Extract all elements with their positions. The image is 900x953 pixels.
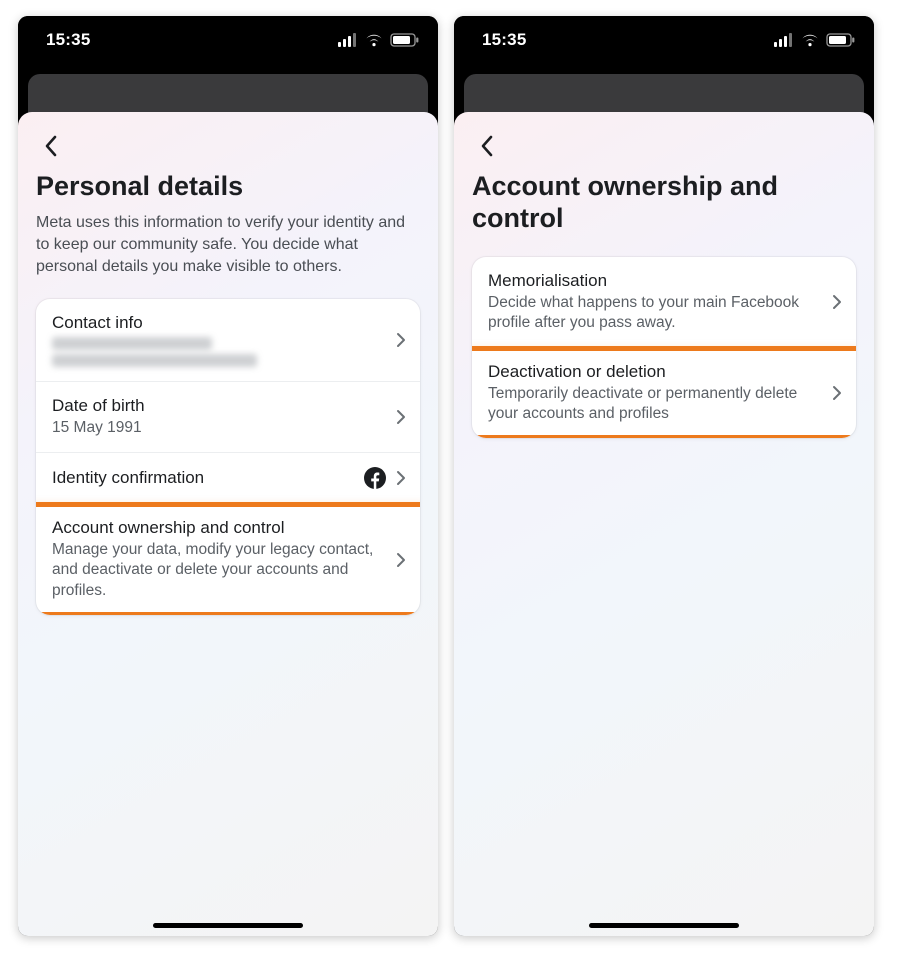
status-icons	[774, 33, 856, 47]
battery-icon	[390, 33, 420, 47]
wifi-icon	[364, 33, 384, 47]
status-bar: 15:35	[18, 16, 438, 64]
sheet-personal-details: Personal details Meta uses this informat…	[18, 112, 438, 936]
row-date-of-birth[interactable]: Date of birth 15 May 1991	[36, 381, 420, 452]
row-subtitle: Decide what happens to your main Faceboo…	[488, 293, 822, 333]
row-title: Contact info	[52, 313, 386, 333]
redacted-text	[52, 354, 257, 367]
back-button[interactable]	[472, 132, 502, 162]
chevron-left-icon	[44, 135, 58, 160]
row-title: Account ownership and control	[52, 518, 386, 538]
chevron-left-icon	[480, 135, 494, 160]
status-bar: 15:35	[454, 16, 874, 64]
sheet-account-ownership: Account ownership and control Memorialis…	[454, 112, 874, 936]
phone-right: 15:35 Account ownership and control	[454, 16, 874, 936]
page-title: Account ownership and control	[472, 170, 856, 235]
wifi-icon	[800, 33, 820, 47]
row-subtitle: 15 May 1991	[52, 418, 386, 438]
row-subtitle: Temporarily deactivate or permanently de…	[488, 384, 822, 424]
page-title: Personal details	[36, 170, 420, 202]
redacted-text	[52, 337, 212, 350]
cellular-icon	[338, 33, 358, 47]
chevron-right-icon	[396, 470, 406, 486]
chevron-right-icon	[832, 385, 842, 401]
row-memorialisation[interactable]: Memorialisation Decide what happens to y…	[472, 257, 856, 347]
facebook-icon	[364, 467, 386, 489]
row-contact-info[interactable]: Contact info	[36, 299, 420, 381]
status-icons	[338, 33, 420, 47]
status-time: 15:35	[46, 30, 90, 50]
chevron-right-icon	[396, 409, 406, 425]
row-subtitle: Manage your data, modify your legacy con…	[52, 540, 386, 600]
home-indicator[interactable]	[589, 923, 739, 928]
back-button[interactable]	[36, 132, 66, 162]
phone-left: 15:35 Personal details Meta uses this in	[18, 16, 438, 936]
row-deactivation-or-deletion[interactable]: Deactivation or deletion Temporarily dea…	[472, 347, 856, 438]
row-account-ownership[interactable]: Account ownership and control Manage you…	[36, 503, 420, 614]
status-time: 15:35	[482, 30, 526, 50]
chevron-right-icon	[396, 552, 406, 568]
row-title: Memorialisation	[488, 271, 822, 291]
row-title: Date of birth	[52, 396, 386, 416]
battery-icon	[826, 33, 856, 47]
cellular-icon	[774, 33, 794, 47]
page-description: Meta uses this information to verify you…	[36, 212, 420, 277]
home-indicator[interactable]	[153, 923, 303, 928]
chevron-right-icon	[396, 332, 406, 348]
row-title: Identity confirmation	[52, 468, 354, 488]
row-title: Deactivation or deletion	[488, 362, 822, 382]
row-identity-confirmation[interactable]: Identity confirmation	[36, 452, 420, 503]
details-card: Contact info Date of birth 15 May 1991	[36, 299, 420, 615]
chevron-right-icon	[832, 294, 842, 310]
ownership-card: Memorialisation Decide what happens to y…	[472, 257, 856, 439]
